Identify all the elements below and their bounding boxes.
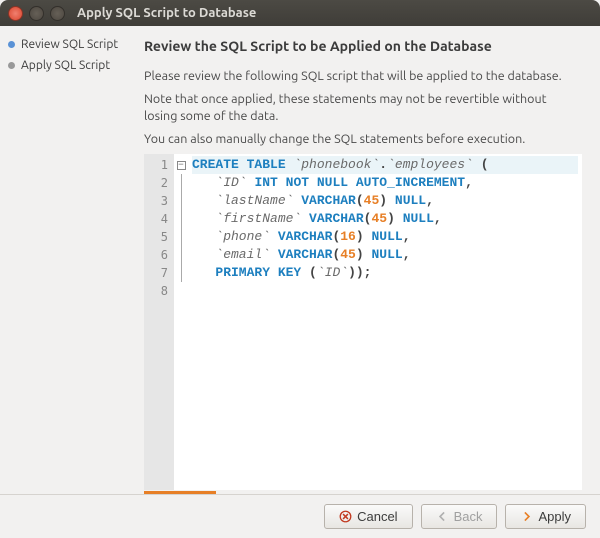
main-panel: Review the SQL Script to be Applied on t… (130, 26, 600, 494)
bullet-active-icon (8, 41, 15, 48)
minimize-icon[interactable] (29, 6, 44, 21)
line-number: 2 (150, 174, 168, 192)
step-label: Review SQL Script (21, 38, 118, 51)
step-apply: Apply SQL Script (8, 59, 122, 72)
line-number: 6 (150, 246, 168, 264)
apply-button[interactable]: Apply (505, 504, 586, 529)
line-number: 3 (150, 192, 168, 210)
fold-column[interactable]: − (174, 154, 188, 491)
code-line[interactable] (192, 282, 578, 300)
cancel-button[interactable]: Cancel (324, 504, 412, 529)
sql-editor[interactable]: 12345678 − CREATE TABLE `phonebook`.`emp… (144, 154, 582, 491)
line-number-gutter: 12345678 (144, 154, 174, 491)
code-line[interactable]: CREATE TABLE `phonebook`.`employees` ( (192, 156, 578, 174)
button-label: Back (454, 509, 483, 524)
cancel-x-icon (339, 510, 352, 523)
description-line: Please review the following SQL script t… (144, 68, 582, 85)
line-number: 1 (150, 156, 168, 174)
progress-indicator (144, 491, 216, 494)
code-line[interactable]: `email` VARCHAR(45) NULL, (192, 246, 578, 264)
line-number: 7 (150, 264, 168, 282)
step-label: Apply SQL Script (21, 59, 110, 72)
code-line[interactable]: `lastName` VARCHAR(45) NULL, (192, 192, 578, 210)
close-icon[interactable] (8, 6, 23, 21)
step-review: Review SQL Script (8, 38, 122, 51)
button-label: Apply (538, 509, 571, 524)
wizard-steps: Review SQL Script Apply SQL Script (0, 26, 130, 494)
titlebar: Apply SQL Script to Database (0, 0, 600, 26)
page-heading: Review the SQL Script to be Applied on t… (144, 38, 582, 54)
maximize-icon[interactable] (50, 6, 65, 21)
code-line[interactable]: `firstName` VARCHAR(45) NULL, (192, 210, 578, 228)
code-area[interactable]: CREATE TABLE `phonebook`.`employees` ( `… (188, 154, 582, 491)
code-line[interactable]: PRIMARY KEY (`ID`)); (192, 264, 578, 282)
code-line[interactable]: `phone` VARCHAR(16) NULL, (192, 228, 578, 246)
button-label: Cancel (357, 509, 397, 524)
back-button: Back (421, 504, 498, 529)
description-line: You can also manually change the SQL sta… (144, 131, 582, 148)
window-body: Review SQL Script Apply SQL Script Revie… (0, 26, 600, 494)
description-line: Note that once applied, these statements… (144, 91, 582, 125)
chevron-right-icon (520, 510, 533, 523)
window-title: Apply SQL Script to Database (77, 6, 256, 20)
fold-toggle-icon[interactable]: − (177, 161, 186, 170)
bullet-inactive-icon (8, 62, 15, 69)
line-number: 4 (150, 210, 168, 228)
line-number: 5 (150, 228, 168, 246)
button-bar: Cancel Back Apply (0, 494, 600, 538)
line-number: 8 (150, 282, 168, 300)
chevron-left-icon (436, 510, 449, 523)
code-line[interactable]: `ID` INT NOT NULL AUTO_INCREMENT, (192, 174, 578, 192)
